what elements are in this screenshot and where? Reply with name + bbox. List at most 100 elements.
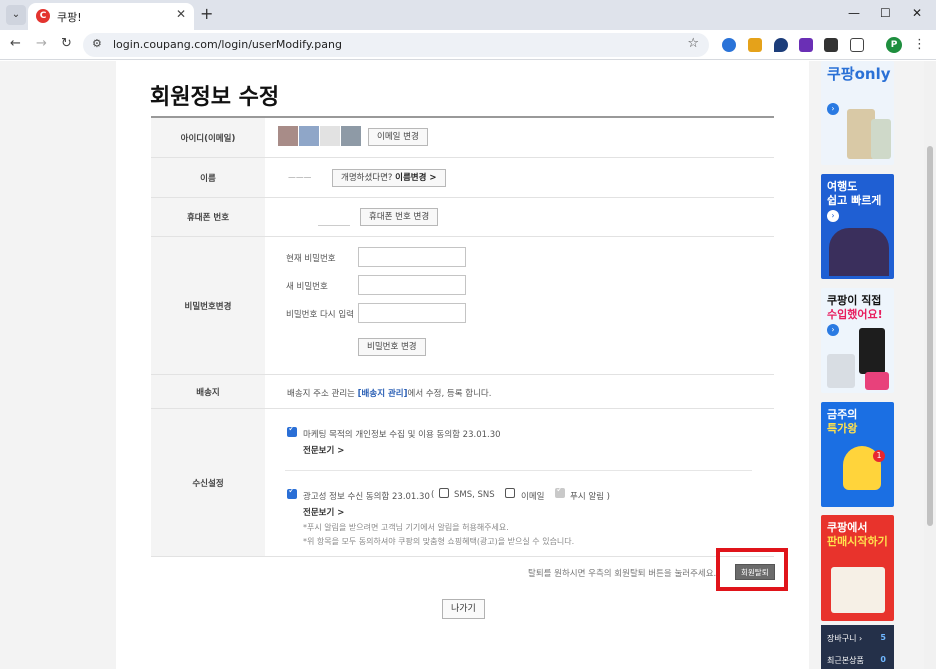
phone-body: 휴대폰 번호 변경 [265,198,774,236]
confirm-password-input[interactable] [358,303,466,323]
tab-title: 쿠팡! [57,11,82,24]
coupang-favicon-icon: C [36,9,50,23]
browser-menu-icon[interactable]: ⋮ [913,37,926,52]
page-viewport: 회원정보 수정 아이디(이메일) 이메일 변경 이름 ㅡㅡㅡ 개명하셨다면? 이… [0,61,924,669]
receive-body: 마케팅 목적의 개인정보 수집 및 이용 동의함 23.01.30 전문보기 >… [265,409,774,556]
shipping-pre: 배송지 주소 관리는 [287,389,355,399]
shipping-body: 배송지 주소 관리는 [배송지 관리]에서 수정, 등록 합니다. [265,375,774,408]
banner-coupang-only[interactable]: 쿠팡only › [821,61,894,165]
scroll-thumb[interactable] [927,146,933,526]
shipping-manage-link[interactable]: [배송지 관리] [358,389,408,399]
password-label: 비밀번호변경 [151,237,265,374]
profile-avatar[interactable]: P [886,37,902,53]
ad-consent-checkbox[interactable] [287,486,297,499]
banner-2-title: 여행도 쉽고 빠르게 [827,180,881,208]
extensions-puzzle-icon[interactable] [850,38,864,52]
maximize-icon[interactable]: ☐ [880,6,891,20]
tab-coupang[interactable]: C 쿠팡! ✕ [28,3,194,30]
travel-characters-image [829,228,889,276]
banner-start-selling[interactable]: 쿠팡에서 판매시작하기 [821,515,894,621]
extension-4-icon[interactable] [799,38,813,52]
receive-divider [285,470,752,471]
name-change-prefix: 개명하셨다면? [341,173,393,183]
banner-5-line2: 판매시작하기 [827,535,888,548]
marketing-consent-text: 마케팅 목적의 개인정보 수집 및 이용 동의함 23.01.30 [303,430,501,440]
row-receive: 수신설정 마케팅 목적의 개인정보 수집 및 이용 동의함 23.01.30 전… [151,409,774,557]
email-label: 이메일 [521,492,545,502]
bookmark-star-icon[interactable]: ☆ [687,36,699,51]
new-password-input[interactable] [358,275,466,295]
page-title: 회원정보 수정 [150,85,280,110]
exit-button[interactable]: 나가기 [442,599,485,619]
current-password-input[interactable] [358,247,466,267]
receive-label: 수신설정 [151,409,265,556]
banner-5-title: 쿠팡에서 판매시작하기 [827,521,888,549]
extension-3-icon[interactable] [774,38,788,52]
marketing-detail-link[interactable]: 전문보기 > [303,444,344,456]
browser-toolbar: ← → ↻ ⚙ login.coupang.com/login/userModi… [0,30,936,60]
sms-checkbox[interactable] [439,488,449,498]
banner-2-line2: 쉽고 빠르게 [827,194,882,207]
ad-paren-open: ( [431,490,435,500]
name-change-button[interactable]: 개명하셨다면? 이름변경 > [332,169,446,187]
banner-3-arrow-icon: › [827,324,839,336]
id-label: 아이디(이메일) [151,118,265,157]
row-password: 비밀번호변경 현재 비밀번호 새 비밀번호 비밀번호 다시 입력 비밀번호 변경 [151,237,774,375]
recent-items-link[interactable]: 최근본상품 [827,655,864,666]
password-change-button[interactable]: 비밀번호 변경 [358,338,426,356]
row-name: 이름 ㅡㅡㅡ 개명하셨다면? 이름변경 > [151,158,774,198]
banner-import[interactable]: 쿠팡이 직접 수입했어요! › [821,288,894,393]
forward-arrow-icon[interactable]: → [36,36,47,51]
shop-illustration-image [831,567,885,613]
page-scrollbar[interactable] [924,61,936,669]
member-edit-panel: 회원정보 수정 아이디(이메일) 이메일 변경 이름 ㅡㅡㅡ 개명하셨다면? 이… [116,61,809,669]
recent-count: 0 [880,655,886,664]
reload-icon[interactable]: ↻ [61,36,72,51]
banner-5-line1: 쿠팡에서 [827,521,868,534]
extension-2-icon[interactable] [748,38,762,52]
confirm-password-label: 비밀번호 다시 입력 [286,310,354,320]
minimize-icon[interactable]: — [848,6,860,20]
purifier-image [827,354,855,388]
push-checkbox [555,485,565,498]
id-body: 이메일 변경 [265,118,774,157]
banner-4-line1: 금주의 [827,408,858,421]
marketing-consent-checkbox[interactable] [287,424,297,437]
tab-search-icon[interactable]: ⌄ [6,5,26,25]
current-password-label: 현재 비밀번호 [286,254,336,264]
row-id: 아이디(이메일) 이메일 변경 [151,118,774,158]
name-label: 이름 [151,158,265,197]
name-change-bold: 이름변경 > [395,173,437,183]
banner-1-title: 쿠팡only [827,65,891,83]
close-window-icon[interactable]: ✕ [912,6,922,20]
address-bar[interactable]: ⚙ login.coupang.com/login/userModify.pan… [83,33,709,57]
id-blur-block [278,126,298,146]
phone-change-button[interactable]: 휴대폰 번호 변경 [360,208,439,226]
email-change-button[interactable]: 이메일 변경 [368,128,428,146]
extension-1-icon[interactable] [722,38,736,52]
bell-badge-icon: 1 [873,450,885,462]
new-tab-icon[interactable]: + [200,5,213,23]
cart-link[interactable]: 장바구니 › [827,633,862,644]
new-password-label: 새 비밀번호 [286,282,328,292]
member-info-form: 아이디(이메일) 이메일 변경 이름 ㅡㅡㅡ 개명하셨다면? 이름변경 > 휴대… [151,116,774,557]
close-tab-icon[interactable]: ✕ [176,7,186,21]
highlight-box [716,548,788,591]
phone-value-line [318,225,350,226]
id-blur-block [299,126,319,146]
push-label: 푸시 알림 ) [570,492,611,502]
url-text[interactable]: login.coupang.com/login/userModify.pang [113,38,342,51]
cart-count: 5 [880,633,886,642]
quick-links: 장바구니 › 5 최근본상품 0 [821,625,894,669]
site-info-icon[interactable]: ⚙ [92,37,102,50]
row-phone: 휴대폰 번호 휴대폰 번호 변경 [151,198,774,237]
banner-1-arrow-icon: › [827,103,839,115]
banner-travel[interactable]: 여행도 쉽고 빠르게 › [821,174,894,279]
email-checkbox[interactable] [505,488,515,498]
back-arrow-icon[interactable]: ← [10,36,21,51]
extension-5-icon[interactable] [824,38,838,52]
shipping-text: 배송지 주소 관리는 [배송지 관리]에서 수정, 등록 합니다. [287,387,491,399]
ad-detail-link[interactable]: 전문보기 > [303,506,344,518]
banner-weekly-deal[interactable]: 금주의 특가왕 1 [821,402,894,507]
name-body: ㅡㅡㅡ 개명하셨다면? 이름변경 > [265,158,774,197]
